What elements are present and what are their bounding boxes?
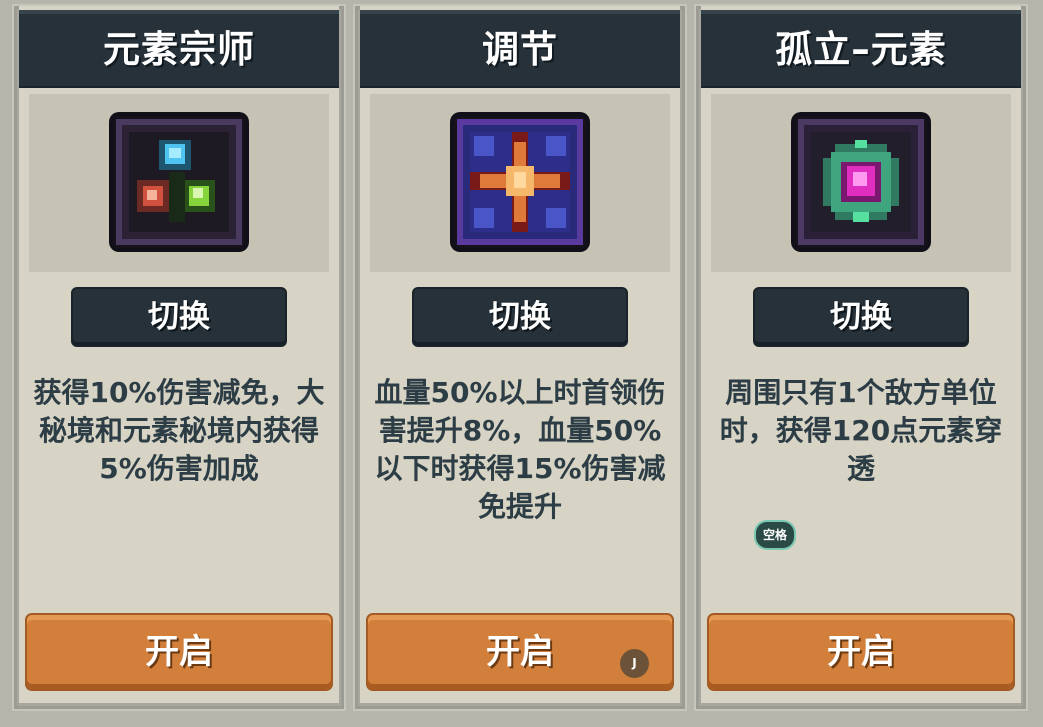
j-key-hint: J [620,649,649,678]
card-description: 周围只有1个敌方单位时，获得120点元素穿透 [719,376,1003,485]
card-description: 血量50%以上时首领伤害提升8%，血量50%以下时获得15%伤害减免提升 [374,376,666,523]
switch-button[interactable]: 切换 [414,289,626,345]
icon-panel [29,94,329,272]
talent-card-adjust: 调节 切换 血量50%以上时首领伤害提升8%，血量50%以下时获得15%伤害减免… [355,6,685,709]
space-key-hint: 空格 [754,520,796,550]
card-body: 孤立–元素 切换 周围只有1个敌方单位时，获得120点元素穿透 开启 [701,6,1021,703]
open-button[interactable]: 开启 [27,615,331,689]
open-button[interactable]: 开启 [709,615,1013,689]
card-title: 调节 [360,10,680,88]
element-master-icon-art [116,119,242,245]
adjust-star-icon [454,116,586,248]
isolated-element-gem-icon-art [798,119,924,245]
icon-panel [370,94,670,272]
card-body: 元素宗师 切换 获得10%伤害减免，大秘境和元素秘境内获得5%伤害加成 开启 [19,6,339,703]
card-body: 调节 切换 血量50%以上时首领伤害提升8%，血量50%以下时获得15%伤害减免… [360,6,680,703]
card-title: 元素宗师 [19,10,339,88]
isolated-element-gem-icon [795,116,927,248]
switch-button[interactable]: 切换 [73,289,285,345]
talent-card-element-master: 元素宗师 切换 获得10%伤害减免，大秘境和元素秘境内获得5%伤害加成 开启 [14,6,344,709]
card-description: 获得10%伤害减免，大秘境和元素秘境内获得5%伤害加成 [33,376,325,485]
card-title: 孤立–元素 [701,10,1021,88]
switch-button[interactable]: 切换 [755,289,967,345]
element-master-icon [113,116,245,248]
talent-card-isolated-element: 孤立–元素 切换 周围只有1个敌方单位时，获得120点元素穿透 开启 [696,6,1026,709]
icon-panel [711,94,1011,272]
adjust-star-icon-art [457,119,583,245]
